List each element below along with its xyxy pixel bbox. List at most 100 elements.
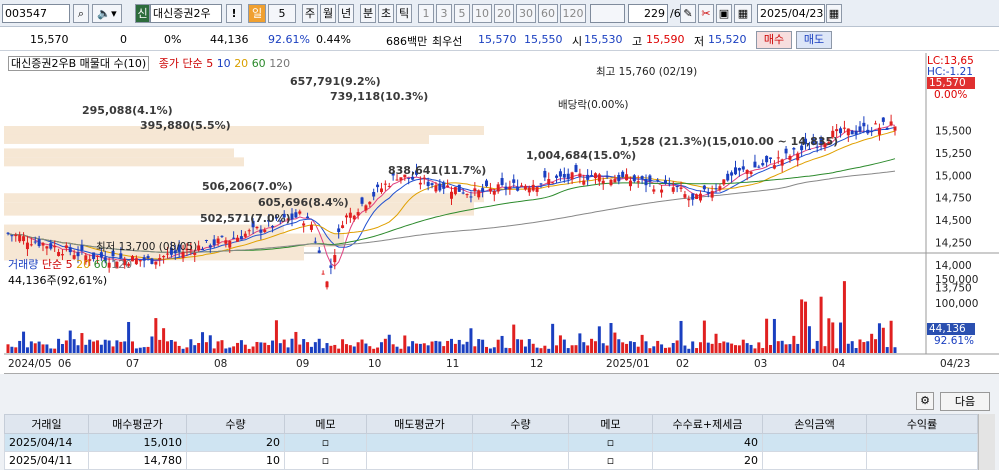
- candle-body: [551, 182, 555, 184]
- volume-bar: [352, 346, 356, 353]
- period-tick-button[interactable]: 틱: [396, 4, 412, 23]
- volume-bar: [523, 346, 527, 353]
- candle-body: [601, 180, 605, 184]
- num-60-button[interactable]: 60: [538, 4, 558, 23]
- volume-bar: [193, 345, 197, 353]
- ma-20: 20: [234, 57, 249, 70]
- calendar-picker-icon[interactable]: ▦: [826, 4, 842, 23]
- memo-icon[interactable]: ▫: [284, 433, 367, 452]
- volume-bar: [60, 344, 64, 353]
- num-10-button[interactable]: 10: [472, 4, 492, 23]
- candle-body: [741, 166, 745, 170]
- num-5-button[interactable]: 5: [454, 4, 470, 23]
- volume-bar: [492, 347, 496, 353]
- profile-label: 838,641(11.7%): [388, 164, 486, 177]
- tool-icon[interactable]: ✎: [680, 4, 696, 23]
- period-week-button[interactable]: 주: [302, 4, 318, 23]
- ma-60: 60: [251, 57, 266, 70]
- num-120-button[interactable]: 120: [560, 4, 586, 23]
- candle-body: [450, 191, 453, 199]
- volume-bar: [344, 344, 348, 353]
- sell-button[interactable]: 매도: [796, 31, 832, 49]
- volume-bar: [679, 320, 683, 353]
- candle-body: [866, 129, 870, 134]
- col-memo2[interactable]: 메모: [568, 414, 653, 434]
- low-annotation: 최저 13,700 (08/05): [96, 241, 197, 253]
- memo-icon[interactable]: ▫: [568, 433, 653, 452]
- save-icon[interactable]: ▣: [716, 4, 732, 23]
- volume-bar: [508, 348, 512, 353]
- period-num-select[interactable]: 5: [268, 4, 296, 23]
- table-row[interactable]: 2025/04/11 14,780 10 ▫ ▫ 20: [4, 451, 978, 470]
- num-1-button[interactable]: 1: [418, 4, 434, 23]
- candle-body: [881, 117, 885, 122]
- num-3-button[interactable]: 3: [436, 4, 452, 23]
- stock-name-field[interactable]: 대신증권2우: [150, 4, 222, 23]
- col-fee[interactable]: 수수료+제세금: [652, 414, 763, 434]
- candle-body: [772, 165, 776, 169]
- volume-bar: [881, 327, 885, 353]
- col-sell-avg[interactable]: 매도평균가: [366, 414, 473, 434]
- col-memo[interactable]: 메모: [284, 414, 367, 434]
- search-icon[interactable]: ⌕: [73, 4, 89, 23]
- candle-body: [504, 186, 508, 190]
- candle-body: [154, 261, 158, 265]
- col-qty[interactable]: 수량: [186, 414, 285, 434]
- settings-gear-icon[interactable]: ⚙: [916, 392, 934, 410]
- volume-bar: [741, 339, 745, 353]
- col-pnl[interactable]: 손익금액: [762, 414, 867, 434]
- volume-pct: 92.61%: [268, 33, 310, 46]
- volume-bar: [333, 344, 337, 353]
- col-buy-avg[interactable]: 매수평균가: [88, 414, 187, 434]
- scissors-icon[interactable]: ✂: [698, 4, 714, 23]
- volume-bar: [605, 345, 609, 353]
- x-tick-label: 08: [214, 358, 227, 370]
- stock-code-input[interactable]: 003547: [2, 4, 70, 23]
- volume-bar: [317, 338, 321, 353]
- col-qty2[interactable]: 수량: [472, 414, 569, 434]
- count-input[interactable]: 229: [628, 4, 668, 23]
- volume-bar: [800, 299, 804, 353]
- table-scrollbar[interactable]: [978, 414, 995, 470]
- trade-amount: 686백만: [386, 35, 428, 48]
- candle-body: [516, 186, 520, 191]
- volume-bar: [115, 340, 119, 353]
- candle-body: [656, 180, 660, 182]
- volume-bar: [866, 341, 870, 353]
- candle-body: [477, 190, 481, 198]
- candle-body: [496, 184, 500, 192]
- price-chart[interactable]: 657,791(9.2%) 739,118(10.3%) 295,088(4.1%)…: [0, 53, 999, 373]
- volume-bar: [383, 338, 387, 353]
- buy-button[interactable]: 매수: [756, 31, 792, 49]
- candle-body: [383, 183, 387, 185]
- calendar-icon[interactable]: ▦: [734, 4, 752, 23]
- period-minute-button[interactable]: 분: [360, 4, 376, 23]
- candle-body: [418, 182, 422, 185]
- period-month-button[interactable]: 월: [320, 4, 336, 23]
- table-row[interactable]: 2025/04/14 15,010 20 ▫ ▫ 40: [4, 433, 978, 452]
- period-year-button[interactable]: 년: [338, 4, 354, 23]
- warning-button[interactable]: !: [226, 4, 242, 23]
- next-button[interactable]: 다음: [940, 392, 990, 411]
- col-date[interactable]: 거래일: [4, 414, 89, 434]
- num-20-button[interactable]: 20: [494, 4, 514, 23]
- candle-body: [271, 226, 275, 228]
- x-tick-label: 2025/01: [606, 358, 650, 370]
- memo-icon[interactable]: ▫: [568, 451, 653, 470]
- candle-body: [453, 187, 457, 195]
- legend-title[interactable]: 대신증권2우B 매물대 수(10): [8, 56, 150, 71]
- period-second-button[interactable]: 초: [378, 4, 394, 23]
- num-30-button[interactable]: 30: [516, 4, 536, 23]
- memo-icon[interactable]: ▫: [284, 451, 367, 470]
- volume-bar: [811, 348, 815, 353]
- col-return[interactable]: 수익률: [866, 414, 978, 434]
- sound-icon[interactable]: 🔈▾: [92, 4, 122, 23]
- period-day-button[interactable]: 일: [248, 4, 266, 23]
- candle-body: [325, 281, 329, 288]
- volume-bar: [49, 348, 53, 353]
- candle-body: [469, 196, 473, 198]
- date-input[interactable]: 2025/04/23: [757, 4, 825, 23]
- volume-bar: [807, 326, 811, 353]
- candle-body: [679, 187, 683, 189]
- range-dropdown[interactable]: [590, 4, 625, 23]
